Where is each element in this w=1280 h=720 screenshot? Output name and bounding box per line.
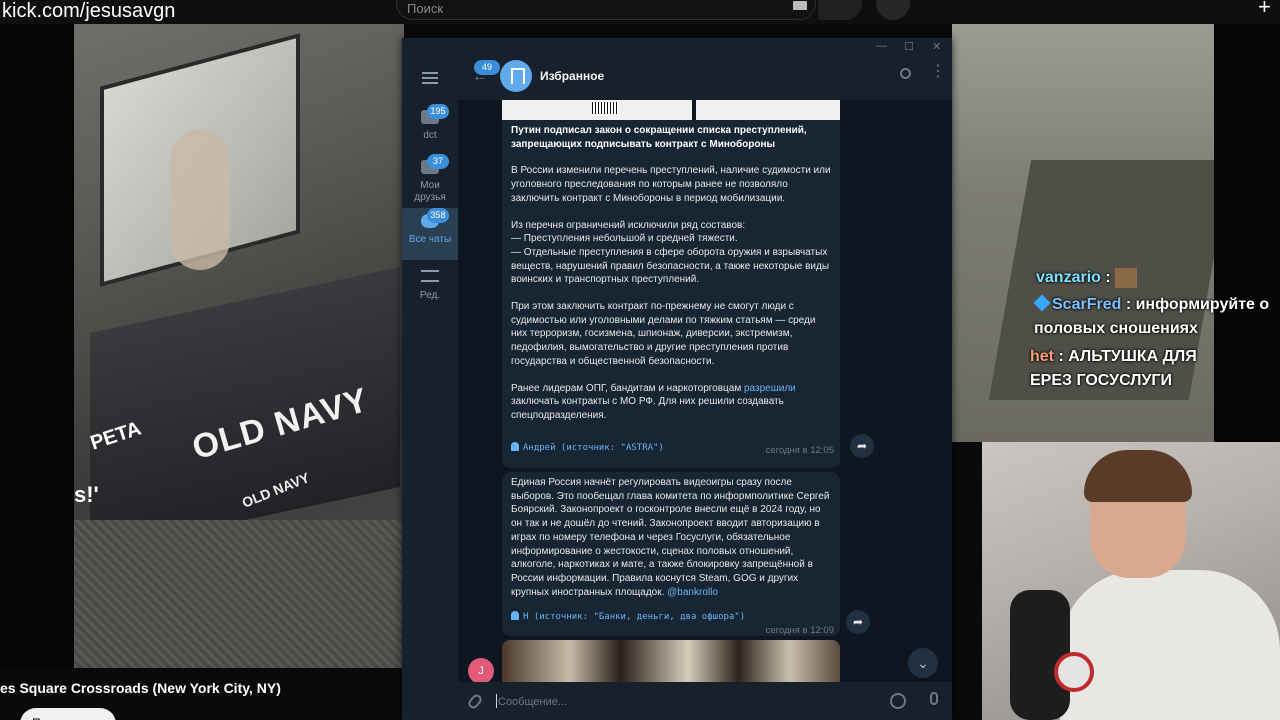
chat-message: het : АЛЬТУШКА ДЛЯ [1030, 348, 1197, 366]
folder-dct[interactable]: 195 dct [402, 104, 458, 156]
telegram-window: — ☐ ✕ 195 dct 37 Мои друзья 358 Все чаты [402, 38, 952, 720]
sliders-icon [421, 270, 439, 282]
billboard-figure [170, 130, 230, 270]
barcode-image [592, 102, 618, 114]
text-caret [496, 694, 497, 708]
photo-message[interactable] [502, 640, 840, 682]
composer [458, 682, 952, 720]
window-titlebar: — ☐ ✕ [402, 38, 952, 56]
message-paragraph: Ранее лидерам ОПГ, бандитам и наркоторго… [511, 382, 831, 423]
person-icon [511, 442, 519, 451]
chat-text: ЕРЕЗ ГОСУСЛУГИ [1030, 372, 1172, 389]
forward-icon[interactable]: ➦ [846, 610, 870, 634]
screen: Поиск + OLD NAVY OLD NAVY PETA s!' kick.… [0, 0, 1280, 720]
emoji-icon[interactable] [890, 693, 906, 709]
message-title: Путин подписал закон о сокращении списка… [511, 125, 807, 150]
message-text: Ранее лидерам ОПГ, бандитам и наркоторго… [511, 382, 744, 394]
chat-message-continued: половых сношениях [1034, 320, 1198, 338]
search-box[interactable]: Поиск [396, 0, 816, 20]
message-input[interactable] [498, 692, 878, 712]
maximize-button[interactable]: ☐ [904, 40, 914, 53]
video-letterbox [0, 24, 74, 668]
search-input[interactable]: Поиск [407, 1, 443, 16]
message-paragraph: В России изменили перечень преступлений,… [511, 165, 831, 204]
message-text: Единая Россия начнёт регулировать видеои… [511, 477, 830, 598]
folder-label: dct [423, 130, 437, 141]
source-text: Андрей (источник: "ASTRA") [523, 443, 664, 453]
avatar[interactable]: J [468, 658, 494, 682]
message-paragraph: Единая Россия начнёт регулировать видеои… [511, 476, 831, 599]
unread-badge: 195 [427, 104, 449, 119]
subscribe-button[interactable]: Подписаться [20, 708, 116, 720]
person-icon [511, 611, 519, 620]
chat-username: het [1030, 348, 1054, 365]
folder-label: Все чаты [408, 234, 452, 245]
stream-url: kick.com/jesusavgn [2, 0, 176, 22]
message-source[interactable]: Андрей (источник: "ASTRA") [511, 442, 664, 456]
create-icon[interactable]: + [1258, 0, 1271, 20]
source-text: Н (источник: "Банки, деньги, два офшора"… [523, 612, 746, 622]
message-paragraph: При этом заключить контракт по-прежнему … [511, 301, 816, 367]
street-crowd [74, 520, 404, 668]
video-letterbox-right [1214, 24, 1280, 442]
chat-username: ScarFred [1052, 296, 1122, 313]
forward-icon[interactable]: ➦ [850, 434, 874, 458]
video-title[interactable]: es Square Crossroads (New York City, NY) [0, 680, 281, 696]
keyboard-icon[interactable] [793, 1, 807, 10]
attach-icon[interactable] [466, 692, 484, 711]
message-bubble[interactable]: Единая Россия начнёт регулировать видеои… [502, 472, 840, 636]
chat-text: : [1100, 269, 1111, 287]
mention-link[interactable]: @bankrollo [667, 587, 718, 598]
message-paragraph: Из перечня ограничений исключили ряд сос… [511, 219, 830, 286]
close-button[interactable]: ✕ [932, 40, 941, 53]
chat-username: vanzario [1036, 269, 1101, 287]
message-feed[interactable]: Путин подписал закон о сокращении списка… [458, 100, 952, 682]
chat-message: ScarFred : информируйте о [1033, 294, 1270, 314]
chat-text: : информируйте о [1121, 296, 1270, 313]
folder-label: Ред. [419, 290, 441, 301]
chat-message-continued: ЕРЕЗ ГОСУСЛУГИ [1030, 372, 1172, 390]
scroll-down-icon[interactable]: ⌄ [908, 648, 938, 678]
unread-badge: 49 [474, 60, 500, 75]
sign-fragment: s!' [74, 482, 99, 507]
message-text: заключать контракты с МО РФ. Для них реш… [511, 396, 784, 421]
chat-header: ← 49 Избранное ⋮ [458, 56, 952, 100]
more-options-icon[interactable]: ⋮ [930, 64, 946, 80]
unread-badge: 37 [427, 154, 449, 169]
emote-icon [1115, 268, 1138, 288]
message-link[interactable]: разрешили [744, 383, 796, 394]
hamburger-menu-icon[interactable] [422, 72, 438, 84]
chat-text: : АЛЬТУШКА ДЛЯ [1054, 348, 1197, 365]
folder-all-chats[interactable]: 358 Все чаты [402, 208, 458, 260]
mic-logo-icon [1054, 652, 1094, 692]
saved-messages-icon[interactable] [500, 60, 532, 92]
message-time: сегодня в 12:09 [765, 625, 834, 636]
chat-text: половых сношениях [1034, 320, 1198, 337]
message-source[interactable]: Н (источник: "Банки, деньги, два офшора"… [511, 611, 745, 625]
unread-badge: 358 [427, 208, 449, 223]
message-bubble[interactable]: Путин подписал закон о сокращении списка… [502, 120, 840, 468]
image-divider [692, 100, 696, 120]
folders-sidebar: 195 dct 37 Мои друзья 358 Все чаты Ред. [402, 56, 458, 720]
message-image[interactable] [502, 100, 840, 120]
folder-my-friends[interactable]: 37 Мои друзья [402, 154, 458, 208]
microphone-icon[interactable] [930, 692, 938, 705]
chat-title[interactable]: Избранное [540, 69, 604, 83]
chat-message: vanzario : [1036, 268, 1138, 288]
minimize-button[interactable]: — [876, 40, 887, 52]
badge-icon [1033, 294, 1051, 312]
message-time: сегодня в 12:05 [765, 445, 834, 456]
folder-edit[interactable]: Ред. [402, 264, 458, 316]
folder-label: Мои друзья [414, 180, 446, 203]
search-icon[interactable] [900, 68, 911, 79]
streamer-body [1060, 570, 1280, 720]
